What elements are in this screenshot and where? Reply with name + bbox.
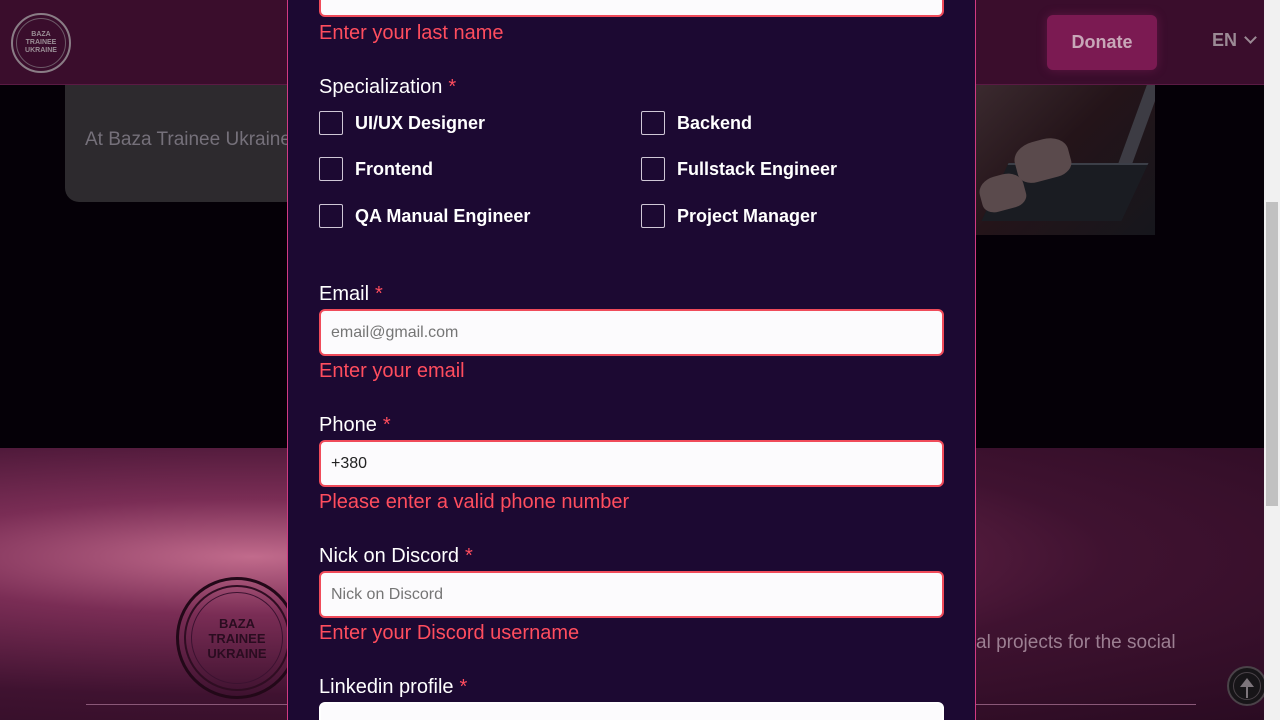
checkbox-label: UI/UX Designer: [355, 112, 486, 133]
specialization-label: Specialization *: [319, 76, 456, 99]
checkbox-label: Project Manager: [677, 205, 818, 226]
discord-label-text: Nick on Discord: [319, 545, 460, 567]
required-marker: *: [459, 676, 468, 698]
phone-error: Please enter a valid phone number: [319, 491, 630, 513]
linkedin-label-text: Linkedin profile: [319, 676, 454, 698]
checkbox-box[interactable]: [319, 157, 343, 181]
checkbox-box[interactable]: [641, 157, 665, 181]
linkedin-input[interactable]: [319, 702, 944, 720]
phone-label-text: Phone: [319, 414, 377, 436]
email-label-text: Email: [319, 283, 370, 305]
checkbox-label: Frontend: [355, 158, 433, 179]
email-error: Enter your email: [319, 360, 465, 382]
required-marker: *: [448, 76, 457, 98]
checkbox-box[interactable]: [319, 111, 343, 135]
checkbox-frontend[interactable]: Frontend: [319, 157, 433, 181]
required-marker: *: [382, 414, 391, 436]
checkbox-box[interactable]: [319, 204, 343, 228]
mission-logo-text: BAZA TRAINEE UKRAINE: [207, 615, 267, 661]
scrollbar-thumb[interactable]: [1266, 202, 1278, 506]
checkbox-fullstack-engineer[interactable]: Fullstack Engineer: [641, 157, 837, 181]
mission-text: al projects for the social: [976, 632, 1176, 653]
specialization-label-text: Specialization: [319, 76, 443, 98]
logo-text: BAZA TRAINEE UKRAINE: [25, 31, 57, 54]
checkbox-ui-ux-designer[interactable]: UI/UX Designer: [319, 111, 485, 135]
scroll-to-top-button[interactable]: [1227, 666, 1267, 706]
checkbox-label: Backend: [677, 112, 753, 133]
mission-logo: BAZA TRAINEE UKRAINE: [176, 577, 298, 699]
arrow-up-icon: [1240, 677, 1254, 698]
required-marker: *: [375, 283, 383, 305]
checkbox-label: QA Manual Engineer: [355, 205, 531, 226]
site-logo[interactable]: BAZA TRAINEE UKRAINE: [11, 13, 71, 73]
phone-input[interactable]: [319, 440, 944, 487]
last-name-input[interactable]: [319, 0, 944, 17]
discord-label: Nick on Discord *: [319, 545, 473, 568]
checkbox-backend[interactable]: Backend: [641, 111, 752, 135]
email-label: Email *: [319, 283, 383, 306]
checkbox-box[interactable]: [641, 204, 665, 228]
checkbox-project-manager[interactable]: Project Manager: [641, 204, 817, 228]
discord-error: Enter your Discord username: [319, 622, 580, 644]
last-name-error: Enter your last name: [319, 22, 504, 44]
email-input[interactable]: [319, 309, 944, 356]
phone-label: Phone *: [319, 414, 391, 437]
checkbox-label: Fullstack Engineer: [677, 158, 838, 179]
linkedin-label: Linkedin profile *: [319, 676, 467, 699]
language-selector[interactable]: EN: [1212, 30, 1257, 51]
chevron-down-icon: [1244, 31, 1257, 44]
checkbox-box[interactable]: [641, 111, 665, 135]
team-photo: [975, 85, 1155, 235]
donate-button[interactable]: Donate: [1047, 15, 1157, 70]
required-marker: *: [465, 545, 473, 567]
language-label: EN: [1212, 30, 1238, 50]
checkbox-qa-manual-engineer[interactable]: QA Manual Engineer: [319, 204, 530, 228]
discord-input[interactable]: [319, 571, 944, 618]
